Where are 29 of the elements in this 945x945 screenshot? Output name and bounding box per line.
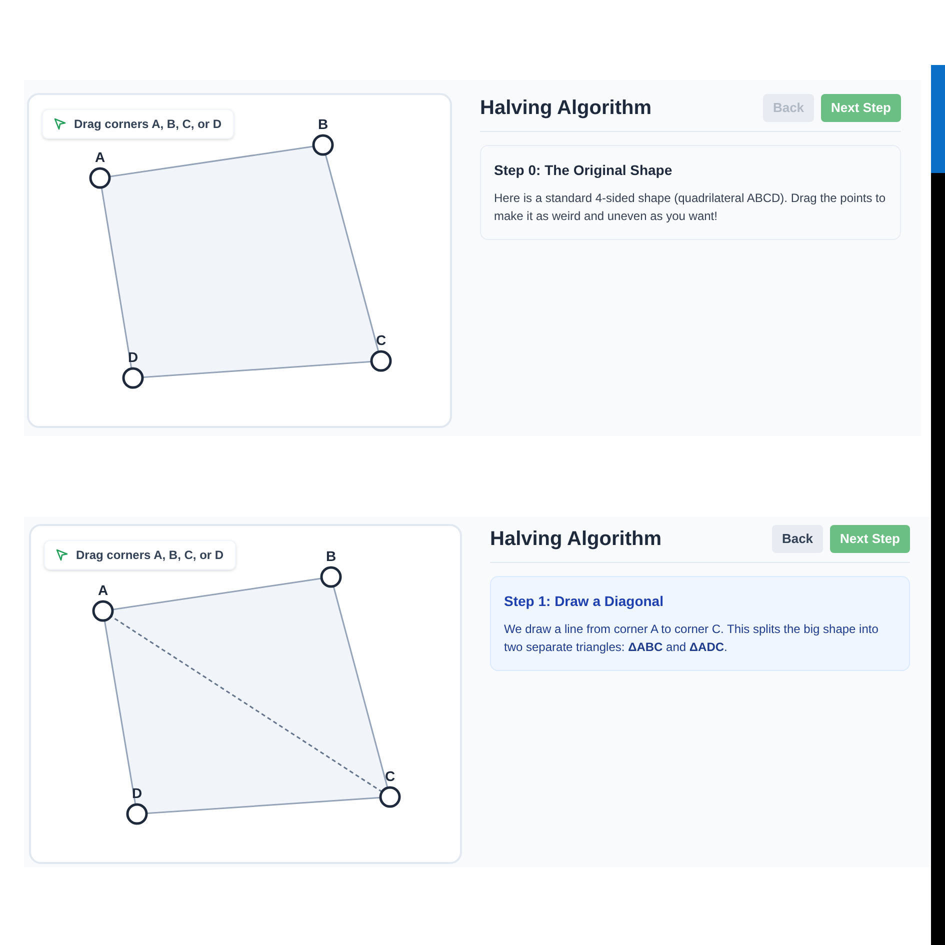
cursor-icon [56, 549, 68, 561]
hint-text: Drag corners A, B, C, or D [74, 116, 222, 133]
vertex-handle[interactable] [379, 786, 401, 808]
hint-text: Drag corners A, B, C, or D [76, 547, 224, 564]
vertex-handle[interactable] [370, 350, 392, 372]
panel-title: Halving Algorithm [490, 527, 662, 552]
vertex-label: D [128, 349, 138, 365]
back-button[interactable]: Back [772, 525, 824, 553]
next-step-button[interactable]: Next Step [830, 525, 910, 553]
vertex-label: C [384, 768, 396, 784]
vertex-handle[interactable] [126, 803, 148, 825]
next-step-button[interactable]: Next Step [821, 94, 901, 122]
vertex-handle[interactable] [92, 600, 114, 622]
vertex-handle[interactable] [312, 134, 334, 156]
vertex-label: B [326, 548, 336, 564]
vertex-label: B [318, 116, 328, 132]
vertex-handle[interactable] [89, 167, 111, 189]
vertex-handle[interactable] [122, 367, 144, 389]
panel-title: Halving Algorithm [480, 96, 652, 121]
step-title: Step 1: Draw a Diagonal [504, 592, 664, 611]
step-description: We draw a line from corner A to corner C. This splits the big shape into two separate triangles: ΔABC and ΔADC. [504, 621, 880, 656]
step-title: Step 0: The Original Shape [494, 161, 674, 180]
vertex-label: D [132, 785, 142, 801]
cursor-icon [54, 118, 66, 130]
vertex-handle[interactable] [320, 566, 342, 588]
step-description: Here is a standard 4-sided shape (quadrilateral ABCD). Drag the points to make it as weird and uneven as you want! [494, 190, 887, 225]
vertex-label: A [94, 149, 106, 165]
vertex-label: A [98, 582, 108, 598]
vertex-label: C [376, 332, 386, 348]
